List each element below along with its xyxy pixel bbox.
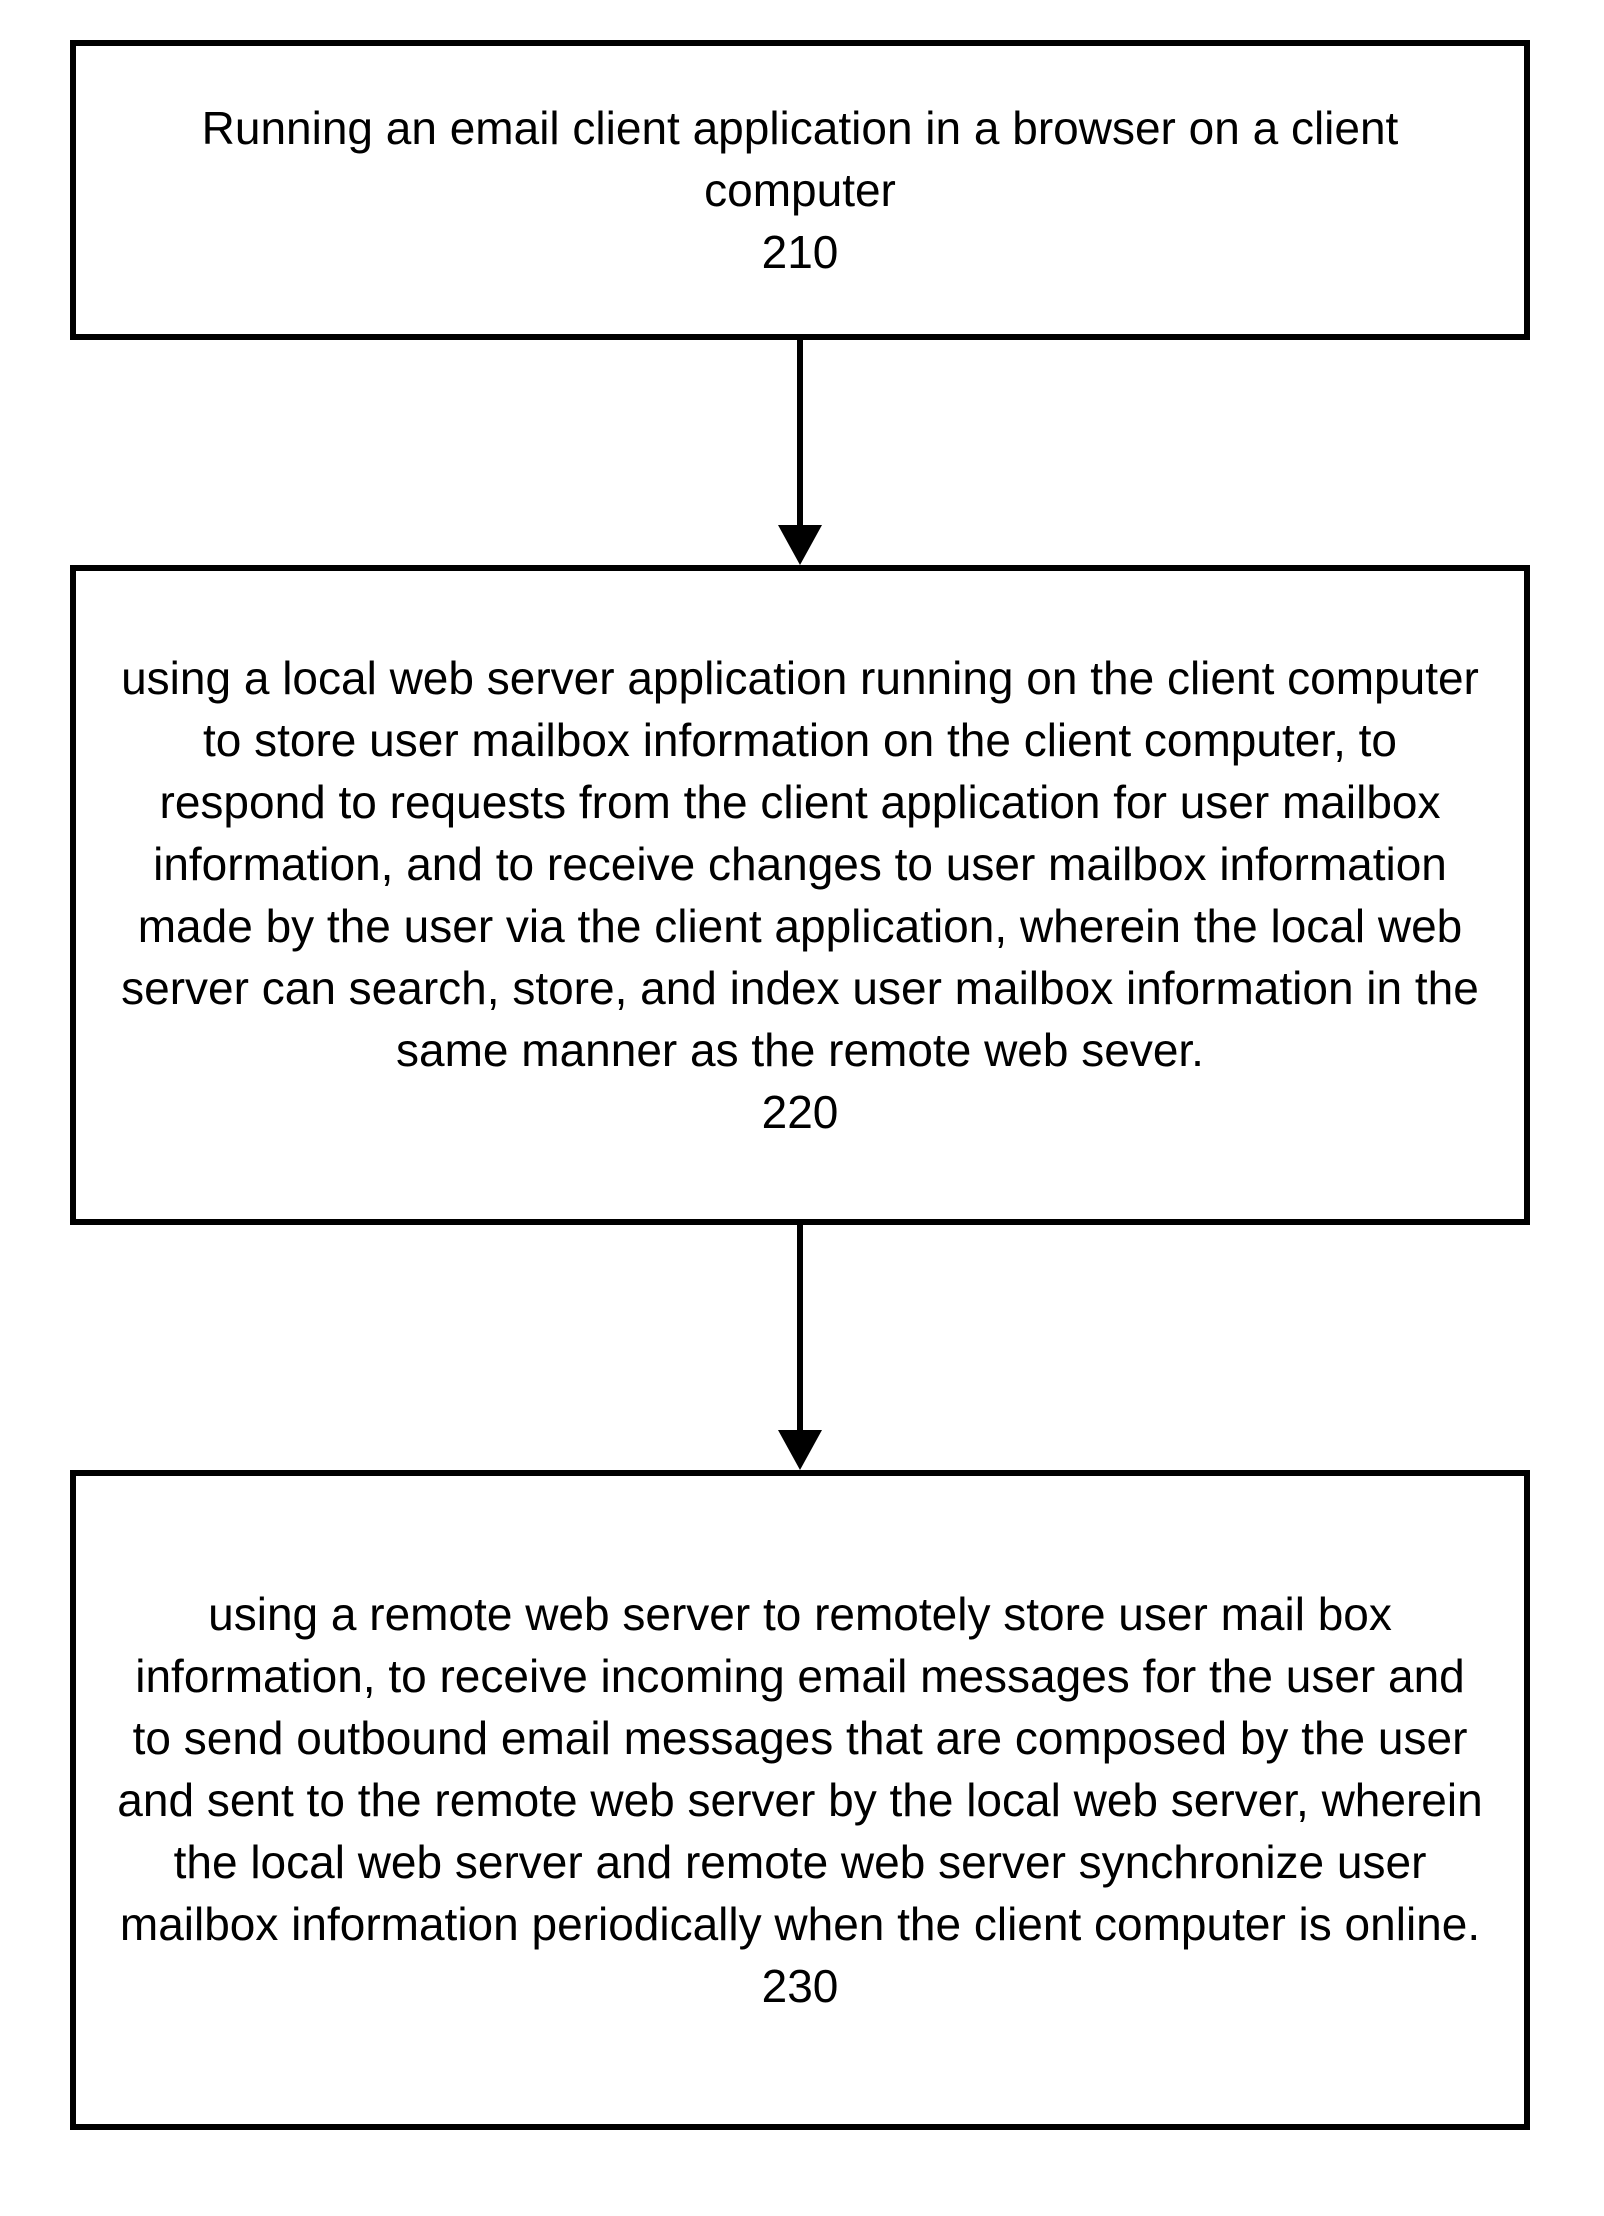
node-text: using a remote web server to remotely st… <box>116 1583 1484 1956</box>
node-ref: 230 <box>762 1955 839 2017</box>
flowchart-canvas: Running an email client application in a… <box>0 0 1604 2216</box>
flowchart-node-230: using a remote web server to remotely st… <box>70 1470 1530 2130</box>
